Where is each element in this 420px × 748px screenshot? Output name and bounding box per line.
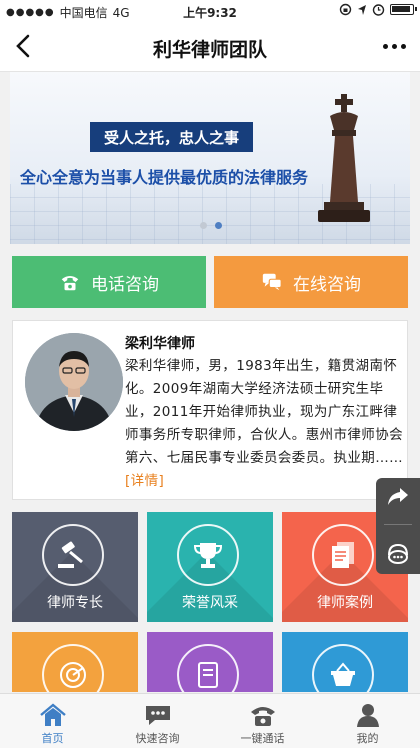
home-icon: [39, 703, 66, 726]
tile-expertise-label: 律师专长: [47, 595, 103, 611]
bottom-tab-bar: 首页 快速咨询 一键通话 我的: [0, 693, 420, 748]
tab-mine[interactable]: 我的: [315, 694, 420, 748]
status-bar: ●●●●● 中国电信 4G 上午9:32: [0, 0, 420, 22]
tab-one-click-call-label: 一键通话: [240, 732, 285, 745]
phone-consult-button[interactable]: 电话咨询: [12, 256, 206, 308]
tab-quick-consult[interactable]: 快速咨询: [105, 694, 210, 748]
battery-icon: [390, 4, 417, 15]
lawyer-bio-text: 梁利华律师，男，1983年出生，籍贯湖南怀化。2009年湖南大学经济法硕士研究生…: [125, 358, 403, 466]
banner-slogan: 受人之托，忠人之事: [90, 122, 254, 152]
tab-home[interactable]: 首页: [0, 694, 105, 748]
lock-rotation-icon: [339, 3, 352, 16]
tile-6[interactable]: [282, 632, 408, 692]
online-consult-button[interactable]: 在线咨询: [214, 256, 408, 308]
tile-4[interactable]: [12, 632, 138, 692]
telephone-icon: [61, 276, 79, 291]
basket-icon: [312, 644, 374, 692]
banner-carousel[interactable]: 受人之托，忠人之事 全心全意为当事人提供最优质的法律服务: [10, 72, 410, 244]
back-arrow-icon[interactable]: [10, 32, 38, 60]
lawyer-profile-card[interactable]: 梁利华律师 梁利华律师，男，1983年出生，籍贯湖南怀化。2009年湖南大学经济…: [12, 320, 408, 500]
phone-consult-label: 电话咨询: [91, 274, 159, 295]
location-icon: [358, 4, 366, 15]
tile-expertise[interactable]: 律师专长: [12, 512, 138, 622]
tab-quick-consult-label: 快速咨询: [135, 732, 180, 745]
floating-action-panel: [376, 478, 420, 574]
online-consult-label: 在线咨询: [293, 274, 361, 295]
gavel-icon: [42, 524, 104, 586]
lawyer-bio: 梁利华律师，男，1983年出生，籍贯湖南怀化。2009年湖南大学经济法硕士研究生…: [125, 355, 403, 493]
notebook-icon: [177, 644, 239, 692]
tab-mine-label: 我的: [356, 732, 379, 745]
page-title: 利华律师团队: [152, 39, 267, 61]
radar-icon: [42, 644, 104, 692]
tile-5[interactable]: [147, 632, 273, 692]
tile-honors-label: 荣誉风采: [182, 595, 238, 611]
tile-honors[interactable]: 荣誉风采: [147, 512, 273, 622]
user-icon: [356, 704, 379, 727]
chat-icon: [145, 706, 170, 725]
documents-icon: [312, 524, 374, 586]
banner-mission: 全心全意为当事人提供最优质的法律服务: [20, 168, 309, 187]
alarm-icon: [372, 4, 385, 16]
tab-one-click-call[interactable]: 一键通话: [210, 694, 315, 748]
share-icon[interactable]: [386, 486, 410, 508]
more-options-icon[interactable]: [380, 34, 408, 58]
nav-bar: 利华律师团队: [0, 22, 420, 72]
trophy-icon: [177, 524, 239, 586]
tile-cases-label: 律师案例: [317, 595, 373, 611]
carousel-dot-1[interactable]: [200, 222, 207, 229]
tab-home-label: 首页: [41, 732, 64, 745]
chess-king-icon: [318, 94, 370, 222]
lawyer-avatar: [25, 333, 123, 431]
details-link[interactable]: [详情]: [125, 473, 164, 489]
telephone-icon: [250, 707, 275, 726]
chat-bubbles-icon: [262, 273, 282, 291]
float-divider: [384, 524, 412, 526]
lawyer-name: 梁利华律师: [125, 336, 195, 352]
carousel-dot-2[interactable]: [215, 222, 222, 229]
status-right: [339, 3, 417, 16]
carousel-indicator: [200, 222, 222, 229]
customer-service-icon[interactable]: [385, 542, 411, 566]
